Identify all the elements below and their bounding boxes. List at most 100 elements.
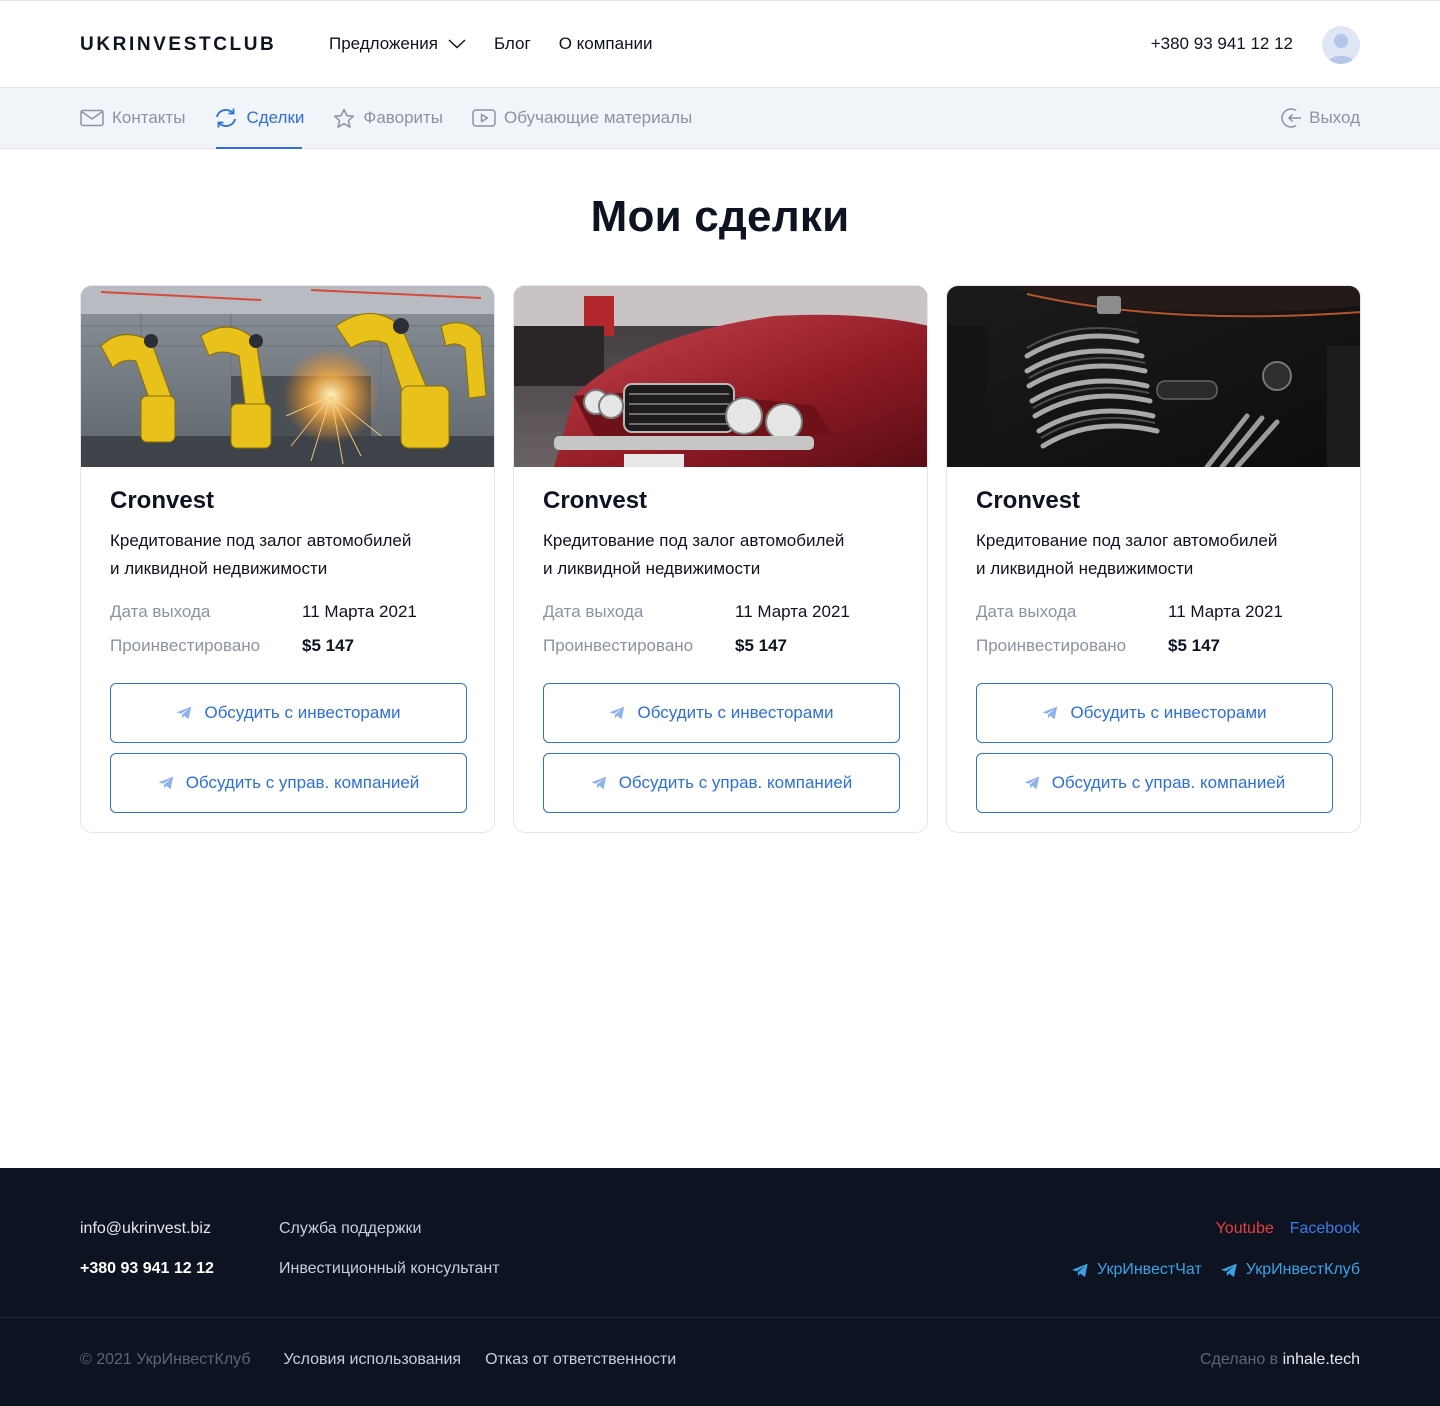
invested-value: $5 147 <box>302 636 354 655</box>
tab-contacts-label: Контакты <box>112 108 186 127</box>
release-date-row: Дата выхода 11 Марта 2021 <box>543 595 898 629</box>
invested-value: $5 147 <box>1168 636 1220 655</box>
deal-description: Кредитование под залог автомобилей и лик… <box>976 527 1331 583</box>
nav-about[interactable]: О компании <box>559 34 653 54</box>
footer-phone[interactable]: +380 93 941 12 12 <box>80 1260 214 1278</box>
disclaimer-link[interactable]: Отказ от ответственности <box>485 1351 676 1369</box>
deal-description-line: и ликвидной недвижимости <box>976 559 1194 578</box>
release-date-value: 11 Марта 2021 <box>302 602 417 621</box>
telegram-icon <box>158 776 173 790</box>
release-date-label: Дата выхода <box>110 602 211 621</box>
nav-offers[interactable]: Предложения <box>329 34 466 54</box>
invested-label: Проинвестировано <box>110 636 261 655</box>
deal-image-red-classic-car <box>514 286 927 467</box>
telegram-club-label: УкрИнвестКлуб <box>1245 1261 1360 1278</box>
invested-label: Проинвестировано <box>976 636 1127 655</box>
copyright: © 2021 УкрИнвестКлуб <box>80 1351 251 1368</box>
made-by-brand-link[interactable]: inhale.tech <box>1283 1351 1360 1368</box>
discuss-company-button[interactable]: Обсудить с управ. компанией <box>543 753 900 813</box>
tab-deals[interactable]: Сделки <box>214 88 305 149</box>
mail-icon <box>80 109 104 127</box>
terms-link[interactable]: Условия использования <box>284 1351 462 1369</box>
tab-favorites-label: Фавориты <box>363 108 444 127</box>
made-by: Сделано в inhale.tech <box>1200 1351 1360 1369</box>
site-footer: info@ukrinvest.biz +380 93 941 12 12 Слу… <box>0 1168 1440 1406</box>
youtube-link[interactable]: Youtube <box>1216 1220 1274 1238</box>
deal-image-motorcycle-engine <box>947 286 1360 467</box>
deal-card-body: Cronvest Кредитование под залог автомоби… <box>81 467 494 813</box>
discuss-investors-label: Обсудить с инвесторами <box>204 703 401 722</box>
made-by-label: Сделано в <box>1199 1351 1279 1368</box>
star-icon <box>334 108 355 128</box>
deal-card: Cronvest Кредитование под залог автомоби… <box>513 285 928 833</box>
release-date-row: Дата выхода 11 Марта 2021 <box>110 595 465 629</box>
deal-meta: Дата выхода 11 Марта 2021 Проинвестирова… <box>543 595 898 663</box>
telegram-chat-label: УкрИнвестЧат <box>1097 1261 1202 1278</box>
deal-actions: Обсудить с инвесторами Обсудить с управ.… <box>110 683 467 813</box>
release-date-row: Дата выхода 11 Марта 2021 <box>976 595 1331 629</box>
footer-bottom-links: © 2021 УкрИнвестКлуб Условия использован… <box>80 1351 676 1369</box>
discuss-investors-label: Обсудить с инвесторами <box>637 703 834 722</box>
deal-description-line: Кредитование под залог автомобилей <box>543 531 845 550</box>
footer-divider <box>0 1317 1440 1318</box>
logout-label: Выход <box>1309 108 1360 127</box>
deal-card-body: Cronvest Кредитование под залог автомоби… <box>947 467 1360 813</box>
deal-description-line: и ликвидной недвижимости <box>110 559 328 578</box>
invested-value: $5 147 <box>735 636 787 655</box>
telegram-icon <box>1220 1263 1237 1277</box>
account-tabs: Контакты Сделки Фавориты Обучающие матер… <box>80 88 692 149</box>
facebook-link[interactable]: Facebook <box>1290 1220 1360 1238</box>
discuss-company-button[interactable]: Обсудить с управ. компанией <box>110 753 467 813</box>
deal-card: Cronvest Кредитование под залог автомоби… <box>80 285 495 833</box>
discuss-investors-button[interactable]: Обсудить с инвесторами <box>543 683 900 743</box>
deal-company: Cronvest <box>976 487 1081 514</box>
discuss-company-label: Обсудить с управ. компанией <box>1051 773 1286 792</box>
telegram-icon <box>176 706 192 720</box>
site-logo[interactable]: UKRINVESTCLUB <box>80 34 276 56</box>
footer-support-link[interactable]: Служба поддержки <box>279 1220 500 1238</box>
tab-learning-label: Обучающие материалы <box>504 108 693 127</box>
deal-actions: Обсудить с инвесторами Обсудить с управ.… <box>543 683 900 813</box>
release-date-value: 11 Марта 2021 <box>735 602 850 621</box>
invested-label: Проинвестировано <box>543 636 694 655</box>
telegram-icon <box>1024 776 1039 790</box>
telegram-chat-link[interactable]: УкрИнвестЧат <box>1071 1261 1202 1279</box>
main-nav: Предложения Блог О компании <box>329 34 652 54</box>
chevron-down-icon <box>448 39 466 49</box>
tab-contacts[interactable]: Контакты <box>80 88 185 148</box>
tab-deals-label: Сделки <box>246 108 305 127</box>
tab-favorites[interactable]: Фавориты <box>333 88 443 148</box>
deal-description-line: Кредитование под залог автомобилей <box>110 531 412 550</box>
nav-blog[interactable]: Блог <box>494 34 531 54</box>
logout-button[interactable]: Выход <box>1281 88 1360 148</box>
page-title: Мои сделки <box>590 192 850 241</box>
discuss-investors-button[interactable]: Обсудить с инвесторами <box>976 683 1333 743</box>
play-icon <box>472 109 496 127</box>
sync-icon <box>216 108 237 128</box>
user-avatar-icon <box>1327 34 1355 64</box>
deal-image-industrial-robots <box>81 286 494 467</box>
top-header: UKRINVESTCLUB Предложения Блог О компани… <box>0 0 1440 88</box>
deal-meta: Дата выхода 11 Марта 2021 Проинвестирова… <box>976 595 1331 663</box>
telegram-club-link[interactable]: УкрИнвестКлуб <box>1220 1261 1360 1279</box>
deal-description: Кредитование под залог автомобилей и лик… <box>543 527 898 583</box>
deal-description-line: и ликвидной недвижимости <box>543 559 761 578</box>
discuss-company-button[interactable]: Обсудить с управ. компанией <box>976 753 1333 813</box>
tab-learning[interactable]: Обучающие материалы <box>472 88 692 148</box>
footer-social: Youtube Facebook <box>1216 1220 1360 1238</box>
header-phone[interactable]: +380 93 941 12 12 <box>1151 34 1293 54</box>
telegram-icon <box>591 776 606 790</box>
deal-description: Кредитование под залог автомобилей и лик… <box>110 527 465 583</box>
deal-card: Cronvest Кредитование под залог автомоби… <box>946 285 1361 833</box>
deal-company: Cronvest <box>110 487 215 514</box>
release-date-label: Дата выхода <box>976 602 1077 621</box>
discuss-investors-button[interactable]: Обсудить с инвесторами <box>110 683 467 743</box>
invested-row: Проинвестировано $5 147 <box>543 629 898 663</box>
avatar[interactable] <box>1322 26 1360 64</box>
discuss-company-label: Обсудить с управ. компанией <box>618 773 853 792</box>
invested-row: Проинвестировано $5 147 <box>110 629 465 663</box>
deal-meta: Дата выхода 11 Марта 2021 Проинвестирова… <box>110 595 465 663</box>
footer-consultant-link[interactable]: Инвестиционный консультант <box>279 1260 500 1278</box>
footer-email[interactable]: info@ukrinvest.biz <box>80 1220 214 1238</box>
footer-contacts: info@ukrinvest.biz +380 93 941 12 12 <box>80 1220 214 1278</box>
